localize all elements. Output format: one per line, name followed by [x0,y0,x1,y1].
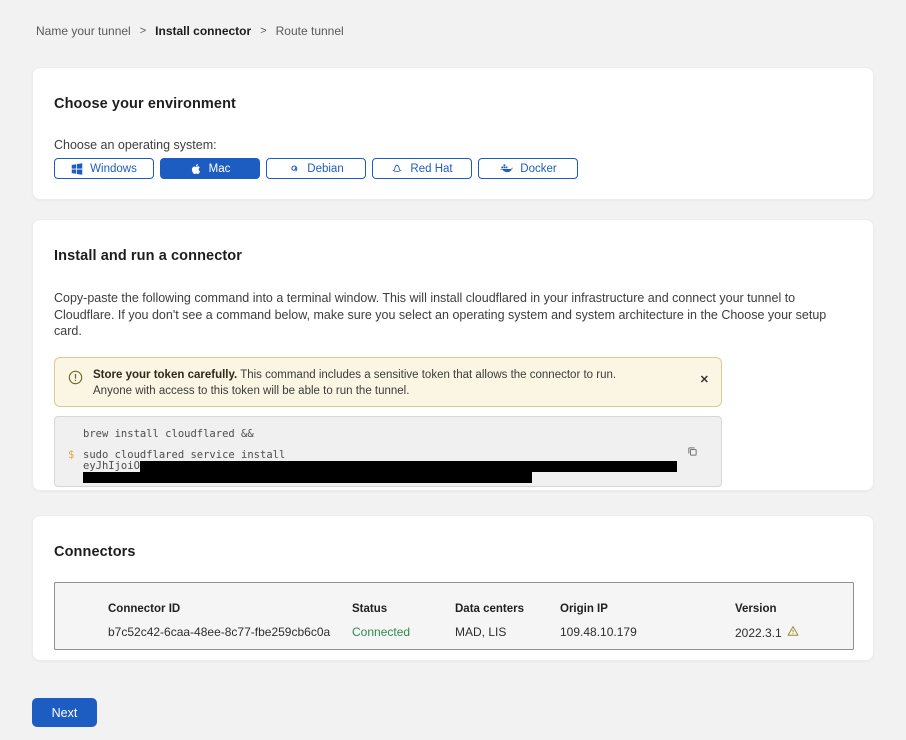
os-button-debian[interactable]: Debian [266,158,366,179]
token-warning-text: Store your token carefully. This command… [93,367,653,399]
os-button-label: Red Hat [410,163,452,175]
os-button-mac[interactable]: Mac [160,158,260,179]
debian-icon [288,163,300,175]
os-button-label: Mac [209,163,231,175]
docker-icon [499,163,513,174]
next-button[interactable]: Next [32,698,97,727]
connector-id-value: b7c52c42-6caa-48ee-8c77-fbe259cb6c0a [108,625,352,640]
token-line: eyJhIjoiO [83,461,707,472]
connectors-table: Connector ID Status Data centers Origin … [54,582,854,650]
version-number: 2022.3.1 [735,626,782,640]
token-line [83,472,707,483]
choose-environment-card: Choose your environment Choose an operat… [32,67,874,200]
alert-circle-icon [68,370,83,390]
copy-icon[interactable] [686,445,699,461]
col-header-data-centers: Data centers [455,603,560,615]
col-header-origin-ip: Origin IP [560,603,735,615]
breadcrumb-step-route-tunnel[interactable]: Route tunnel [276,24,344,38]
connectors-card: Connectors Connector ID Status Data cent… [32,515,874,661]
code-line-service-install: sudo cloudflared service install [83,449,707,461]
token-warning-title: Store your token carefully. [93,369,237,381]
connectors-table-header-row: Connector ID Status Data centers Origin … [108,603,853,615]
token-warning-banner: Store your token carefully. This command… [54,357,722,407]
breadcrumb-separator: > [140,25,146,37]
origin-ip-value: 109.48.10.179 [560,625,735,640]
breadcrumb: Name your tunnel > Install connector > R… [36,24,874,38]
table-row: b7c52c42-6caa-48ee-8c77-fbe259cb6c0a Con… [108,625,853,640]
version-value: 2022.3.1 [735,625,799,640]
os-button-group: Windows Mac Debian Red Hat [54,158,852,179]
install-connector-title: Install and run a connector [54,248,852,264]
os-button-windows[interactable]: Windows [54,158,154,179]
os-button-redhat[interactable]: Red Hat [372,158,472,179]
breadcrumb-step-install-connector[interactable]: Install connector [155,24,251,38]
install-command-code-block: brew install cloudflared && $ sudo cloud… [54,416,722,487]
token-prefix: eyJhIjoiO [83,461,140,472]
status-badge: Connected [352,625,455,640]
install-connector-card: Install and run a connector Copy-paste t… [32,219,874,491]
close-icon[interactable]: ✕ [700,375,709,386]
redhat-icon [391,163,403,175]
redacted-token-bar [140,461,677,472]
shell-prompt: $ [68,449,74,461]
apple-icon [190,163,202,175]
col-header-version: Version [735,603,777,615]
col-header-connector-id: Connector ID [108,603,352,615]
col-header-status: Status [352,603,455,615]
os-button-label: Windows [90,163,137,175]
redacted-token-bar [83,472,532,483]
code-line-brew-install: brew install cloudflared && [83,428,707,440]
install-instructions-text: Copy-paste the following command into a … [54,290,852,340]
os-button-docker[interactable]: Docker [478,158,578,179]
connectors-title: Connectors [54,544,852,560]
windows-icon [71,163,83,175]
tunnel-setup-page: Name your tunnel > Install connector > R… [0,0,906,727]
choose-environment-title: Choose your environment [54,96,852,112]
data-centers-value: MAD, LIS [455,625,560,640]
os-button-label: Debian [307,163,343,175]
breadcrumb-separator: > [260,25,266,37]
os-select-label: Choose an operating system: [54,138,852,152]
os-button-label: Docker [520,163,556,175]
breadcrumb-step-name-tunnel[interactable]: Name your tunnel [36,24,131,38]
warning-triangle-icon [787,625,799,640]
